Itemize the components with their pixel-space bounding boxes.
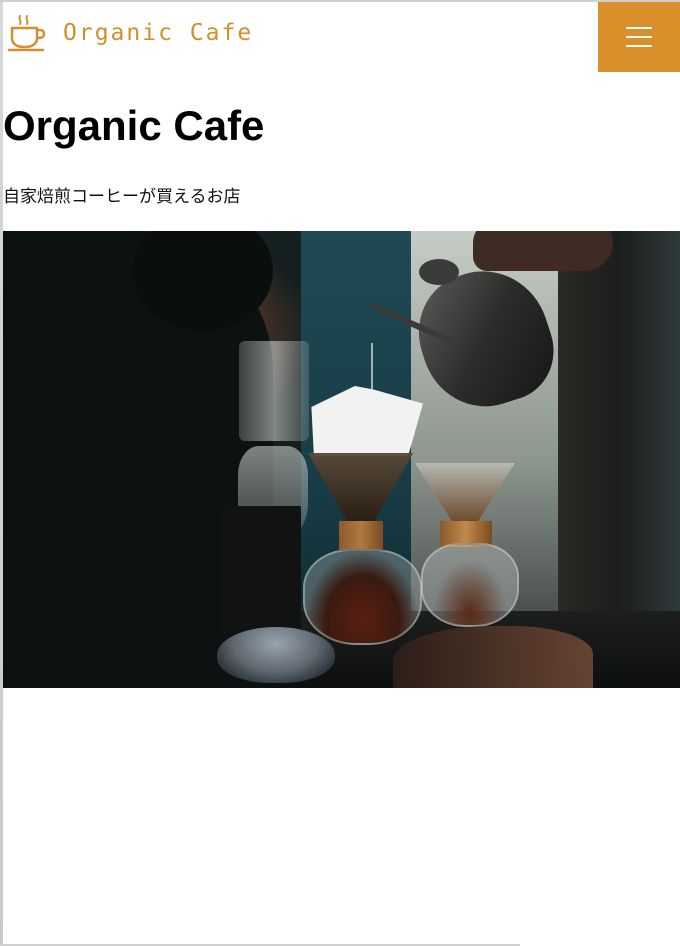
site-header: Organic Cafe (3, 2, 680, 72)
hamburger-menu-icon (626, 27, 652, 47)
hero-image (3, 231, 680, 688)
hamburger-menu-button[interactable] (598, 2, 680, 72)
site-logo-link[interactable]: Organic Cafe (7, 14, 253, 52)
page: Organic Cafe Organic Cafe 自家焙煎コーヒーが買えるお店 (0, 0, 680, 946)
page-title: Organic Cafe (3, 102, 265, 149)
coffee-cup-icon (7, 15, 46, 52)
logo-text: Organic Cafe (63, 20, 254, 46)
page-subtitle: 自家焙煎コーヒーが買えるお店 (3, 187, 241, 207)
